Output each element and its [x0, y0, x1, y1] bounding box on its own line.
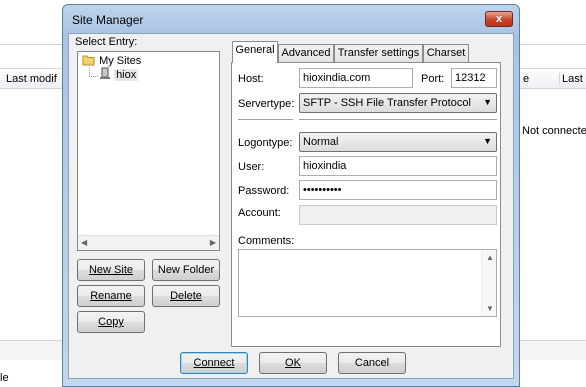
site-manager-dialog: Site Manager x Select Entry: My Sites hi…	[62, 4, 520, 387]
select-entry-label: Select Entry:	[75, 36, 138, 48]
bg-partial-header[interactable]: e	[523, 73, 529, 85]
site-tree[interactable]: My Sites hiox ◀ ▶	[77, 51, 220, 251]
port-value: 12312	[455, 72, 486, 84]
password-label: Password:	[238, 185, 290, 197]
user-label: User:	[238, 161, 265, 173]
close-button[interactable]: x	[485, 11, 513, 27]
scroll-right-icon[interactable]: ▶	[210, 238, 216, 247]
new-site-label: New Site	[88, 264, 134, 276]
host-label: Host:	[238, 73, 264, 85]
servertype-value: SFTP - SSH File Transfer Protocol	[303, 97, 471, 109]
dialog-title: Site Manager	[72, 13, 144, 27]
ok-label: OK	[285, 357, 301, 369]
tree-connector	[89, 68, 98, 77]
tab-advanced-label: Advanced	[281, 47, 331, 59]
tab-general-label: General	[235, 44, 275, 56]
new-folder-button[interactable]: New Folder	[152, 259, 220, 281]
close-icon: x	[495, 13, 503, 25]
bg-right-column-header[interactable]: e Last m	[520, 68, 586, 89]
tree-item-hiox[interactable]: hiox	[99, 67, 139, 81]
port-label: Port:	[421, 73, 445, 85]
scroll-up-icon[interactable]: ▲	[486, 253, 494, 262]
tree-item-label: hiox	[114, 69, 139, 81]
chevron-down-icon: ▼	[483, 97, 492, 107]
account-label: Account:	[238, 207, 281, 219]
comments-scrollbar[interactable]: ▲ ▼	[481, 250, 496, 316]
tab-charset[interactable]: Charset	[423, 44, 469, 62]
delete-label: Delete	[170, 290, 202, 302]
tree-root-my-sites[interactable]: My Sites	[82, 54, 141, 67]
tab-transfer-settings-label: Transfer settings	[337, 47, 420, 59]
tab-general[interactable]: General	[232, 41, 278, 63]
bg-last-modified-header[interactable]: Last modif	[6, 73, 57, 85]
password-input[interactable]: ••••••••••	[299, 180, 497, 200]
folder-icon	[82, 55, 95, 66]
server-icon	[100, 67, 110, 79]
separator	[238, 119, 293, 121]
title-bar[interactable]: Site Manager x	[63, 5, 519, 33]
rename-label: Rename	[90, 290, 132, 302]
bg-right-last-modified-header[interactable]: Last m	[559, 73, 586, 85]
chevron-down-icon: ▼	[483, 136, 492, 146]
delete-button[interactable]: Delete	[152, 285, 220, 307]
servertype-select[interactable]: SFTP - SSH File Transfer Protocol ▼	[299, 93, 497, 113]
scroll-down-icon[interactable]: ▼	[486, 304, 494, 313]
tree-horizontal-scrollbar[interactable]: ◀ ▶	[78, 235, 219, 250]
connect-label: Connect	[193, 357, 235, 369]
comments-label: Comments:	[238, 235, 295, 247]
copy-label: Copy	[98, 316, 124, 328]
rename-button[interactable]: Rename	[77, 285, 145, 307]
connect-button[interactable]: Connect	[180, 352, 248, 374]
ok-button[interactable]: OK	[259, 352, 327, 374]
bg-left-column-header[interactable]: Last modif	[0, 68, 62, 89]
bg-bottom-text: le	[0, 372, 9, 384]
user-value: hioxindia	[303, 160, 347, 172]
separator	[299, 119, 497, 121]
password-value: ••••••••••	[303, 184, 342, 196]
account-input	[299, 205, 497, 225]
tree-root-label: My Sites	[99, 55, 142, 67]
servertype-label: Servertype:	[238, 98, 295, 110]
new-site-button[interactable]: New Site	[77, 259, 145, 281]
cancel-button[interactable]: Cancel	[338, 352, 406, 374]
tab-advanced[interactable]: Advanced	[278, 44, 334, 62]
tab-transfer-settings[interactable]: Transfer settings	[334, 44, 423, 62]
host-value: hioxindia.com	[303, 72, 371, 84]
logontype-label: Logontype:	[238, 137, 293, 149]
logontype-value: Normal	[303, 136, 339, 148]
cancel-label: Cancel	[354, 357, 390, 369]
comments-textarea[interactable]: ▲ ▼	[238, 249, 497, 317]
logontype-select[interactable]: Normal ▼	[299, 132, 497, 152]
dialog-client-area: Select Entry: My Sites hiox ◀ ▶ New Site…	[68, 33, 514, 379]
copy-button[interactable]: Copy	[77, 311, 145, 333]
general-tab-panel: Host: hioxindia.com Port: 12312 Serverty…	[231, 62, 501, 347]
port-input[interactable]: 12312	[451, 68, 497, 88]
new-folder-label: New Folder	[157, 264, 215, 276]
tab-charset-label: Charset	[426, 47, 466, 59]
bg-status-text: Not connected	[522, 125, 586, 137]
user-input[interactable]: hioxindia	[299, 156, 497, 176]
scroll-left-icon[interactable]: ◀	[81, 238, 87, 247]
host-input[interactable]: hioxindia.com	[299, 68, 413, 88]
